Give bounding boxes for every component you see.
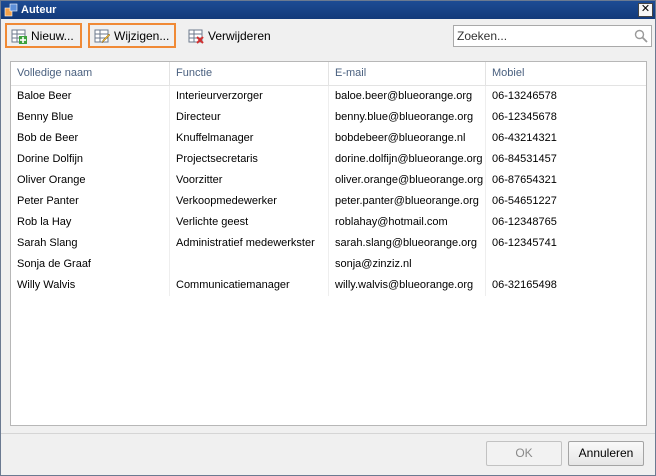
cell-email: bobdebeer@blueorange.nl xyxy=(329,128,486,149)
table-row[interactable]: Sarah Slang Administratief medewerkster sa… xyxy=(11,233,646,254)
ok-button[interactable]: OK xyxy=(486,441,562,466)
cell-name: Sonja de Graaf xyxy=(11,254,170,275)
cell-name: Peter Panter xyxy=(11,191,170,212)
cell-email: sarah.slang@blueorange.org xyxy=(329,233,486,254)
footer-divider xyxy=(1,433,655,434)
cell-name: Willy Walvis xyxy=(11,275,170,296)
author-grid: Volledige naam Functie E-mail Mobiel Bal… xyxy=(10,61,647,426)
close-button[interactable]: ✕ xyxy=(638,3,653,17)
grid-header: Volledige naam Functie E-mail Mobiel xyxy=(11,62,646,86)
table-row[interactable]: Benny Blue Directeur benny.blue@blueorange… xyxy=(11,107,646,128)
cell-mobile: 06-84531457 xyxy=(492,153,557,165)
cell-function: Communicatiemanager xyxy=(170,275,329,296)
cell-mobile: 06-32165498 xyxy=(492,279,557,291)
column-header-email[interactable]: E-mail xyxy=(329,62,486,85)
cell-mobile: 06-12345678 xyxy=(492,111,557,123)
auteur-dialog: Auteur ✕ Nieuw... Wijzigen... Verwijdere… xyxy=(0,0,656,476)
cell-mobile: 06-13246578 xyxy=(492,90,557,102)
cell-function: Knuffelmanager xyxy=(170,128,329,149)
delete-button-label: Verwijderen xyxy=(208,28,271,43)
column-header-mobile[interactable]: Mobiel xyxy=(486,62,646,85)
grid-add-icon xyxy=(11,29,27,44)
cell-email: willy.walvis@blueorange.org xyxy=(329,275,486,296)
table-row[interactable]: Bob de Beer Knuffelmanager bobdebeer@blueo… xyxy=(11,128,646,149)
cell-mobile: 06-54651227 xyxy=(492,195,557,207)
cell-name: Bob de Beer xyxy=(11,128,170,149)
app-icon xyxy=(4,3,18,17)
grid-edit-icon xyxy=(94,29,110,43)
cell-name: Oliver Orange xyxy=(11,170,170,191)
table-row[interactable]: Sonja de Graaf sonja@zinziz.nl xyxy=(11,254,646,275)
delete-button[interactable]: Verwijderen xyxy=(184,23,276,48)
search-input[interactable] xyxy=(457,28,627,44)
table-row[interactable]: Peter Panter Verkoopmedewerker peter.pante… xyxy=(11,191,646,212)
new-button[interactable]: Nieuw... xyxy=(5,23,82,48)
cancel-button[interactable]: Annuleren xyxy=(568,441,644,466)
cell-name: Baloe Beer xyxy=(11,86,170,107)
grid-delete-icon xyxy=(188,29,204,44)
cell-mobile: 06-12345741 xyxy=(492,237,557,249)
cell-mobile: 06-87654321 xyxy=(492,174,557,186)
cell-mobile xyxy=(486,254,646,275)
cell-email: oliver.orange@blueorange.org xyxy=(329,170,486,191)
cell-function: Verlichte geest xyxy=(170,212,329,233)
cell-function: Interieurverzorger xyxy=(170,86,329,107)
cell-email: roblahay@hotmail.com xyxy=(329,212,486,233)
edit-button-label: Wijzigen... xyxy=(114,28,170,43)
search-box[interactable] xyxy=(453,25,652,47)
cell-function: Voorzitter xyxy=(170,170,329,191)
new-button-label: Nieuw... xyxy=(31,28,74,43)
cell-email: benny.blue@blueorange.org xyxy=(329,107,486,128)
table-row[interactable]: Willy Walvis Communicatiemanager willy.wal… xyxy=(11,275,646,296)
cell-function: Verkoopmedewerker xyxy=(170,191,329,212)
table-row[interactable]: Dorine Dolfijn Projectsecretaris dorine.do… xyxy=(11,149,646,170)
window-title: Auteur xyxy=(21,4,57,16)
grid-body: Baloe Beer Interieurverzorger baloe.beer@b… xyxy=(11,86,646,296)
search-icon[interactable] xyxy=(634,29,648,43)
cell-mobile: 06-43214321 xyxy=(492,132,557,144)
cell-email: dorine.dolfijn@blueorange.org xyxy=(329,149,486,170)
cell-function xyxy=(170,254,329,275)
cell-email: baloe.beer@blueorange.org xyxy=(329,86,486,107)
table-row[interactable]: Baloe Beer Interieurverzorger baloe.beer@b… xyxy=(11,86,646,107)
cell-email: sonja@zinziz.nl xyxy=(329,254,486,275)
cell-email: peter.panter@blueorange.org xyxy=(329,191,486,212)
cell-function: Projectsecretaris xyxy=(170,149,329,170)
table-row[interactable]: Oliver Orange Voorzitter oliver.orange@blu… xyxy=(11,170,646,191)
cell-name: Dorine Dolfijn xyxy=(11,149,170,170)
cell-name: Benny Blue xyxy=(11,107,170,128)
close-icon: ✕ xyxy=(640,3,651,15)
cell-function: Administratief medewerkster xyxy=(170,233,329,254)
edit-button[interactable]: Wijzigen... xyxy=(88,23,176,48)
title-bar[interactable]: Auteur ✕ xyxy=(1,1,655,19)
cell-name: Sarah Slang xyxy=(11,233,170,254)
cell-mobile: 06-12348765 xyxy=(492,216,557,228)
cell-name: Rob la Hay xyxy=(11,212,170,233)
cell-function: Directeur xyxy=(170,107,329,128)
column-header-name[interactable]: Volledige naam xyxy=(11,62,170,85)
table-row[interactable]: Rob la Hay Verlichte geest roblahay@hotmai… xyxy=(11,212,646,233)
column-header-function[interactable]: Functie xyxy=(170,62,329,85)
